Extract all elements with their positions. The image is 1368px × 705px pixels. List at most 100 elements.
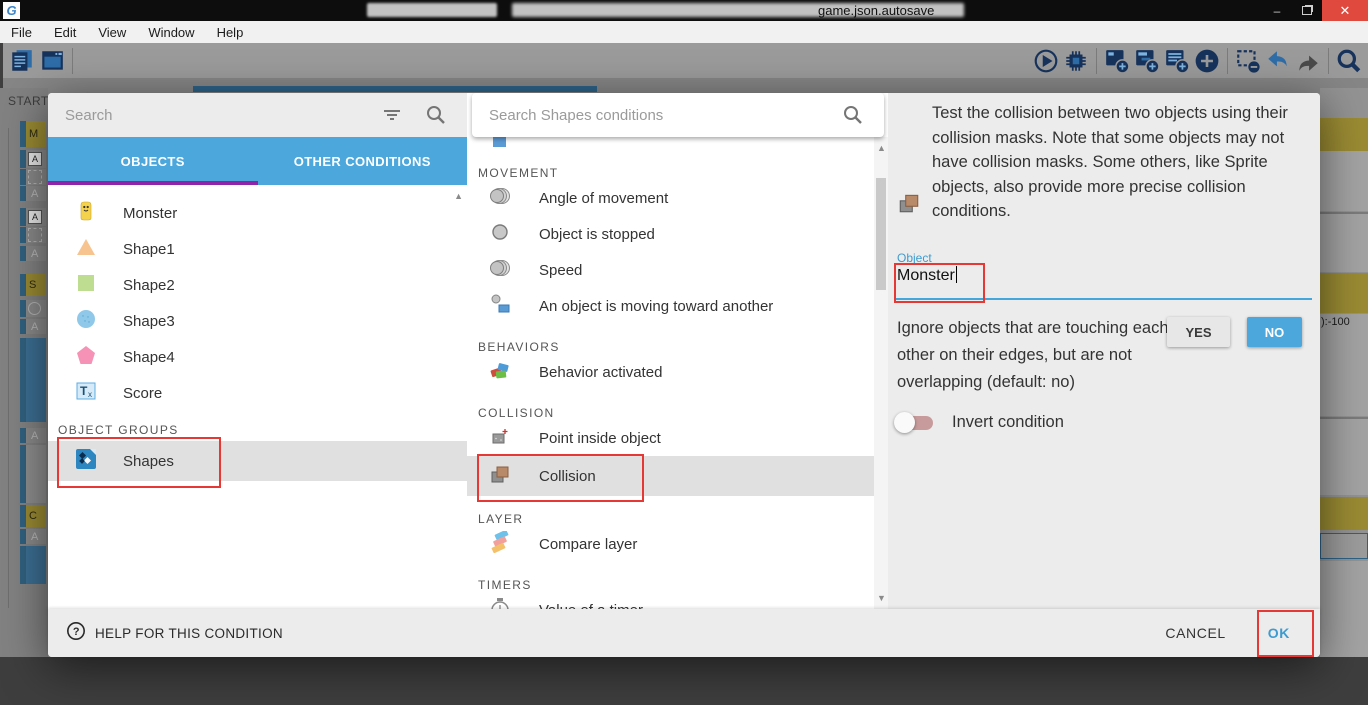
event-block bbox=[20, 227, 46, 243]
object-score-text-icon: Tx bbox=[75, 380, 97, 407]
conditions-scrollbar[interactable]: ▲ ▼ bbox=[874, 137, 888, 609]
scene-window-icon[interactable] bbox=[37, 47, 67, 75]
add-circle-icon[interactable] bbox=[1192, 47, 1222, 75]
condition-search-placeholder: Search Shapes conditions bbox=[489, 107, 840, 124]
invert-condition-toggle[interactable] bbox=[897, 416, 933, 430]
point-inside-icon bbox=[489, 425, 511, 452]
annotation-ok-button bbox=[1257, 610, 1314, 657]
undo-icon[interactable] bbox=[1263, 47, 1293, 75]
condition-description: Test the collision between two objects u… bbox=[932, 101, 1310, 224]
help-label: HELP FOR THIS CONDITION bbox=[95, 626, 283, 641]
condition-item-label: Compare layer bbox=[539, 536, 637, 553]
events-sheet-left: START MAAAASAACA bbox=[0, 88, 48, 657]
clipped-condition-item[interactable] bbox=[467, 137, 874, 158]
section-header-movement: MOVEMENT bbox=[467, 158, 874, 180]
angle-movement-icon bbox=[489, 185, 511, 212]
scroll-up-arrow[interactable]: ▲ bbox=[454, 191, 463, 201]
event-block: M bbox=[20, 121, 46, 147]
object-item-shape2[interactable]: Shape2 bbox=[48, 267, 467, 303]
event-block: A bbox=[20, 208, 46, 226]
redo-icon[interactable] bbox=[1293, 47, 1323, 75]
menu-help[interactable]: Help bbox=[206, 25, 255, 40]
condition-item-object-is-stopped[interactable]: Object is stopped bbox=[467, 216, 874, 252]
search-icon[interactable] bbox=[423, 104, 449, 126]
annotation-collision-item bbox=[477, 454, 644, 502]
add-event-icon[interactable] bbox=[1102, 47, 1132, 75]
condition-item-value-of-a-timer[interactable]: Value of a timer bbox=[467, 592, 874, 609]
close-button[interactable]: ✕ bbox=[1322, 0, 1368, 21]
event-block bbox=[1320, 151, 1368, 211]
menu-view[interactable]: View bbox=[87, 25, 137, 40]
condition-item-angle-of-movement[interactable]: Angle of movement bbox=[467, 180, 874, 216]
collision-icon bbox=[897, 191, 921, 220]
delete-event-icon[interactable] bbox=[1233, 47, 1263, 75]
toolbar-separator bbox=[1096, 48, 1097, 74]
minimize-button[interactable]: – bbox=[1262, 0, 1292, 21]
title-redaction bbox=[367, 3, 497, 17]
object-item-monster[interactable]: Monster bbox=[48, 195, 467, 231]
event-block bbox=[20, 546, 46, 584]
event-block: ):-100 bbox=[1320, 314, 1368, 330]
object-monster-icon bbox=[75, 200, 97, 227]
annotation-monster-input bbox=[894, 263, 985, 303]
list-top-pad bbox=[48, 185, 467, 195]
events-list-icon[interactable] bbox=[7, 47, 37, 75]
scroll-down-arrow[interactable]: ▼ bbox=[877, 593, 886, 603]
scrollbar-thumb[interactable] bbox=[876, 178, 886, 290]
object-shape-square-icon bbox=[75, 272, 97, 299]
object-shape-triangle-icon bbox=[75, 236, 97, 263]
condition-item-point-inside-object[interactable]: Point inside object bbox=[467, 420, 874, 456]
toolbar-separator bbox=[1328, 48, 1329, 74]
cancel-button[interactable]: CANCEL bbox=[1165, 625, 1225, 641]
yes-button[interactable]: YES bbox=[1167, 317, 1230, 347]
object-search-placeholder: Search bbox=[65, 107, 379, 124]
debug-icon[interactable] bbox=[1061, 47, 1091, 75]
condition-item-an-object-is-moving-toward-another[interactable]: An object is moving toward another bbox=[467, 288, 874, 324]
object-item-shape3[interactable]: Shape3 bbox=[48, 303, 467, 339]
condition-item-compare-layer[interactable]: Compare layer bbox=[467, 526, 874, 562]
condition-item-label: Point inside object bbox=[539, 430, 661, 447]
speed-icon bbox=[489, 257, 511, 284]
event-block bbox=[1320, 419, 1368, 495]
object-item-shape1[interactable]: Shape1 bbox=[48, 231, 467, 267]
event-block bbox=[1320, 497, 1368, 530]
ignore-edges-label: Ignore objects that are touching each ot… bbox=[897, 315, 1173, 396]
event-tree-line bbox=[8, 128, 9, 608]
object-item-score[interactable]: TxScore bbox=[48, 375, 467, 411]
event-block bbox=[20, 338, 46, 422]
svg-text:T: T bbox=[80, 384, 88, 398]
tab-objects[interactable]: OBJECTS bbox=[48, 137, 258, 185]
event-block bbox=[1320, 214, 1368, 272]
condition-item-behavior-activated[interactable]: Behavior activated bbox=[467, 354, 874, 390]
menu-bar: FileEditViewWindowHelp bbox=[0, 21, 1368, 43]
object-search-input[interactable]: Search bbox=[48, 93, 467, 137]
menu-edit[interactable]: Edit bbox=[43, 25, 87, 40]
help-button[interactable]: ? HELP FOR THIS CONDITION bbox=[66, 621, 283, 646]
add-comment-icon[interactable] bbox=[1162, 47, 1192, 75]
no-button[interactable]: NO bbox=[1247, 317, 1302, 347]
play-icon[interactable] bbox=[1031, 47, 1061, 75]
clipped-blue-icon bbox=[489, 146, 511, 158]
event-block: A bbox=[20, 186, 46, 201]
window-title: game.json.autosave bbox=[818, 3, 934, 18]
search-icon[interactable] bbox=[840, 104, 866, 126]
filter-icon[interactable] bbox=[379, 104, 405, 126]
dialog-footer: ? HELP FOR THIS CONDITION CANCEL OK bbox=[48, 609, 1320, 657]
tab-other-conditions[interactable]: OTHER CONDITIONS bbox=[258, 137, 468, 185]
condition-search-input[interactable]: Search Shapes conditions bbox=[472, 93, 884, 137]
restore-button[interactable] bbox=[1292, 0, 1322, 21]
menu-window[interactable]: Window bbox=[137, 25, 205, 40]
scroll-up-arrow[interactable]: ▲ bbox=[877, 143, 886, 153]
add-subevent-icon[interactable] bbox=[1132, 47, 1162, 75]
gdevelop-logo-icon: G bbox=[3, 2, 20, 19]
condition-item-label: Speed bbox=[539, 262, 582, 279]
condition-item-speed[interactable]: Speed bbox=[467, 252, 874, 288]
condition-editor-dialog: Search OBJECTS OTHER CONDITIONS MonsterS… bbox=[48, 93, 1320, 657]
menu-file[interactable]: File bbox=[0, 25, 43, 40]
svg-text:?: ? bbox=[73, 626, 80, 638]
condition-item-label: Behavior activated bbox=[539, 364, 662, 381]
search-icon[interactable] bbox=[1334, 47, 1364, 75]
object-list: MonsterShape1Shape2Shape3Shape4TxScoreOB… bbox=[48, 185, 467, 609]
object-item-shape4[interactable]: Shape4 bbox=[48, 339, 467, 375]
event-block: C bbox=[20, 505, 46, 527]
